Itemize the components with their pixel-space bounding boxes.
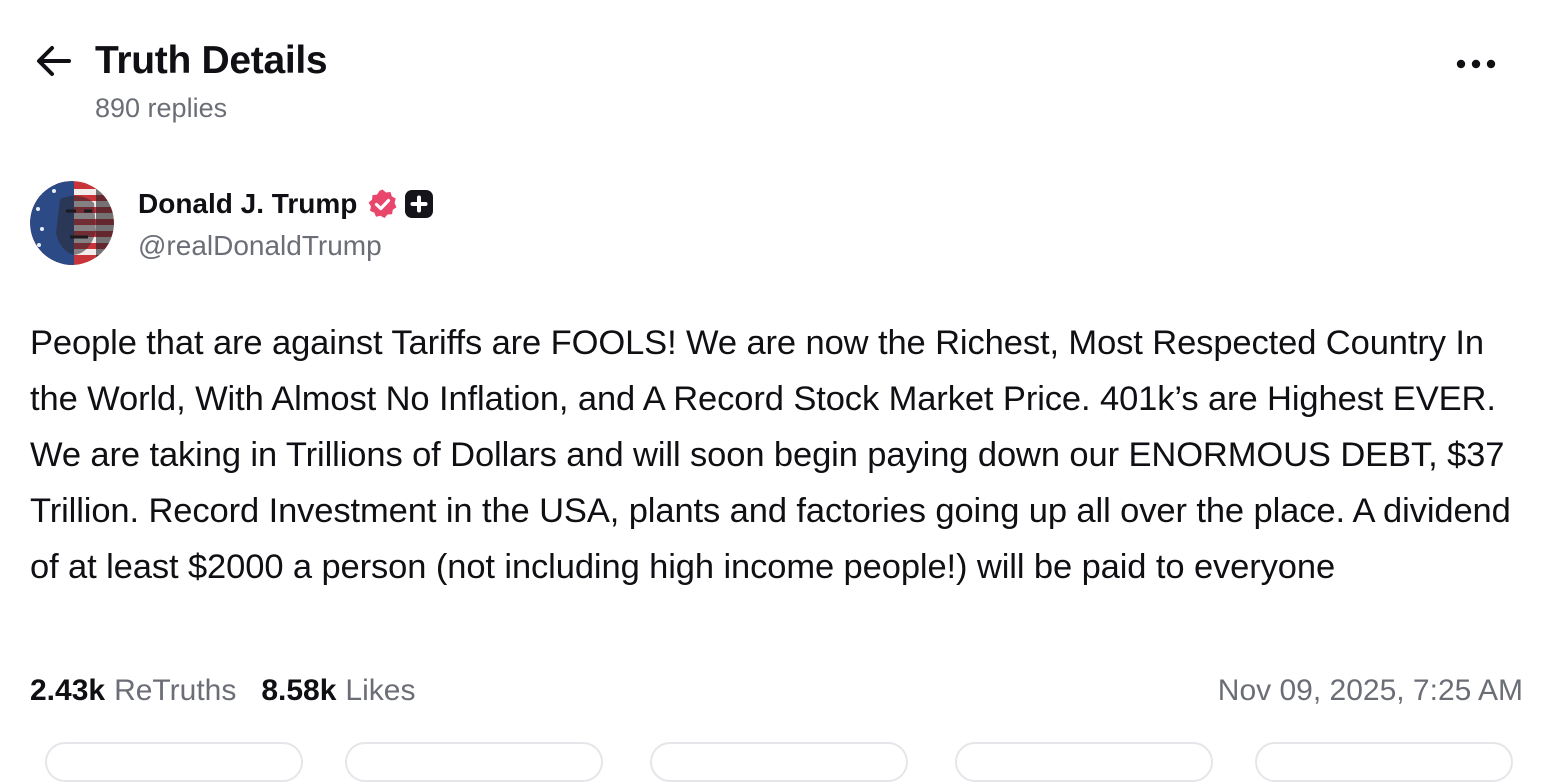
reply-action-button[interactable] xyxy=(45,742,303,782)
verified-badge-icon xyxy=(366,188,399,221)
plus-badge-icon xyxy=(404,189,434,219)
retruths-label[interactable]: ReTruths xyxy=(114,670,236,712)
bookmark-action-button[interactable] xyxy=(1255,742,1513,782)
avatar[interactable] xyxy=(30,181,114,265)
retruths-count[interactable]: 2.43k xyxy=(30,670,105,712)
post-text: People that are against Tariffs are FOOL… xyxy=(30,324,1511,586)
display-name[interactable]: Donald J. Trump xyxy=(138,186,357,222)
display-name-row: Donald J. Trump xyxy=(138,184,434,224)
likes-count[interactable]: 8.58k xyxy=(261,670,336,712)
post-timestamp: Nov 09, 2025, 7:25 AM xyxy=(1217,674,1523,707)
more-horizontal-icon xyxy=(1456,59,1496,69)
retruth-action-button[interactable] xyxy=(345,742,603,782)
page-header: Truth Details 890 replies xyxy=(0,0,1560,140)
action-bar xyxy=(0,742,1560,782)
avatar-image xyxy=(30,181,114,265)
back-button[interactable] xyxy=(30,38,76,84)
post-author: Donald J. Trump @realDonaldTrump xyxy=(30,180,730,270)
user-handle[interactable]: @realDonaldTrump xyxy=(138,228,382,264)
share-action-button[interactable] xyxy=(955,742,1213,782)
arrow-left-icon xyxy=(37,46,71,76)
likes-label[interactable]: Likes xyxy=(345,670,415,712)
replies-count[interactable]: 890 replies xyxy=(95,92,227,124)
page-title: Truth Details xyxy=(95,39,328,82)
post-stats: 2.43k ReTruths 8.58k Likes xyxy=(30,670,415,712)
more-options-button[interactable] xyxy=(1446,46,1506,82)
like-action-button[interactable] xyxy=(650,742,908,782)
